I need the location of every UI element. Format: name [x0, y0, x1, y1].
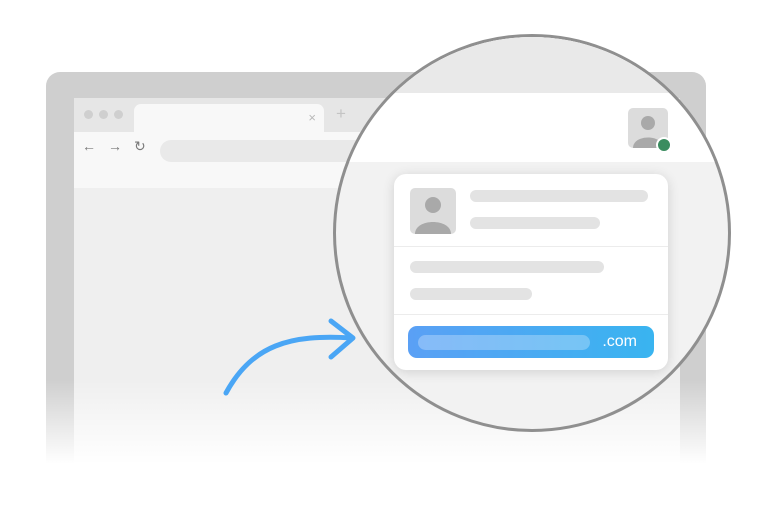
email-account-button[interactable]: .com — [408, 326, 654, 358]
email-domain-suffix: .com — [602, 333, 637, 350]
avatar-icon — [415, 197, 451, 234]
status-dot — [656, 137, 672, 153]
email-redacted — [418, 335, 590, 350]
profile-detail-placeholder — [470, 217, 600, 229]
magnified-tab-strip — [336, 37, 728, 93]
profile-name-placeholder — [470, 190, 648, 202]
profile-popup: .com — [394, 174, 668, 370]
divider — [394, 314, 668, 315]
magnified-toolbar — [336, 37, 728, 162]
divider — [394, 246, 668, 247]
menu-line-placeholder — [410, 288, 532, 300]
popup-avatar — [410, 188, 456, 234]
menu-line-placeholder — [410, 261, 604, 273]
magnifier-lens: .com — [333, 34, 731, 432]
